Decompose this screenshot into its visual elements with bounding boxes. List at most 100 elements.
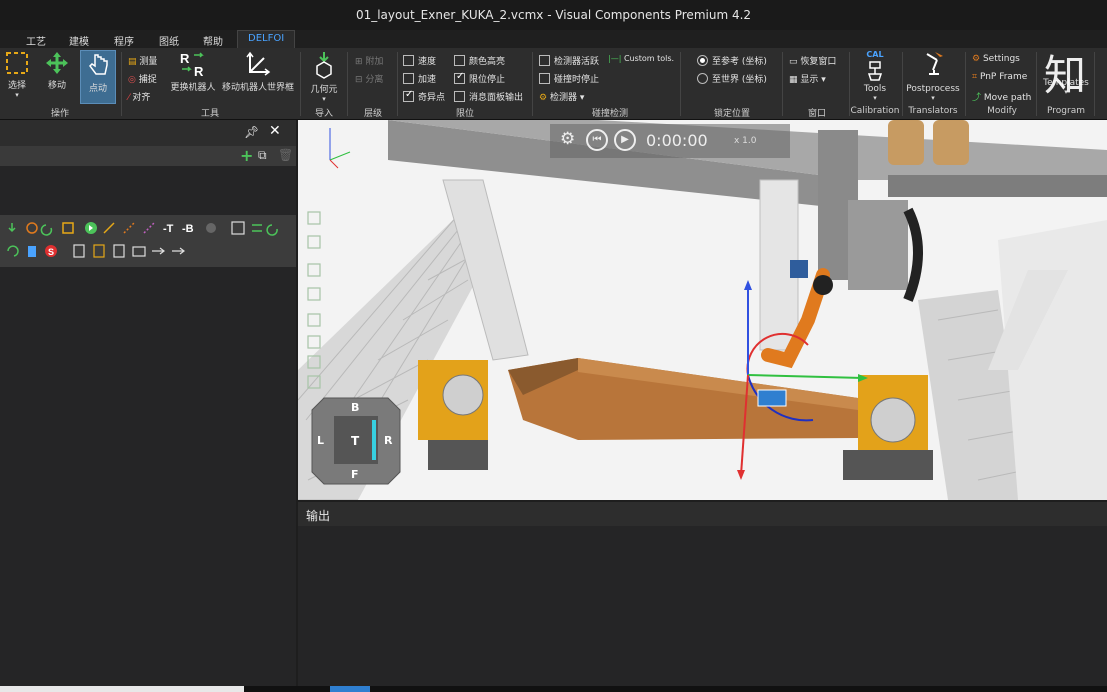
separator <box>902 52 903 116</box>
calibration-tools-button[interactable]: CAL Tools ▾ <box>855 50 895 102</box>
move-icon <box>46 52 68 74</box>
gear-icon[interactable]: ⚙ <box>560 129 575 149</box>
svg-text:-B: -B <box>182 223 194 235</box>
view-navigation-cube[interactable]: B L T R F <box>310 396 402 486</box>
detach-button[interactable]: ⊟ 分离 <box>355 72 383 85</box>
move-path-button[interactable]: ⤴ Move path <box>972 90 1031 103</box>
postprocess-button[interactable]: Postprocess ▾ <box>906 50 960 102</box>
attach-button[interactable]: ⊞ 附加 <box>355 54 383 67</box>
close-icon[interactable]: ✕ <box>269 123 281 139</box>
detector-active-checkbox[interactable]: 检测器活跃 <box>539 54 599 67</box>
group-tools-label: 工具 <box>200 109 219 119</box>
svg-text:-T: -T <box>163 223 174 235</box>
playback-bar: ⚙ ⏮ ▶ 0:00:00 x 1.0 <box>550 124 790 158</box>
attach-icon: ⊞ <box>355 57 363 67</box>
radio[interactable] <box>697 73 708 84</box>
limit-stop-checkbox[interactable]: 限位停止 <box>454 71 505 85</box>
copy-icon[interactable]: ⧉ <box>258 148 267 163</box>
radio[interactable] <box>697 55 708 66</box>
import-geometry-button[interactable]: 几何元 ▾ <box>306 50 342 103</box>
checkbox[interactable] <box>403 73 414 84</box>
taskbar-segment <box>330 686 370 692</box>
tab-help[interactable]: 帮助 <box>203 30 223 48</box>
lock-to-world-radio[interactable]: 至世界 (坐标) <box>697 72 767 85</box>
settings-button[interactable]: ⚙ Settings <box>972 54 1020 64</box>
ruler-icon: ▤ <box>128 57 137 67</box>
show-dropdown[interactable]: ▦ 显示 ▾ <box>789 72 826 85</box>
measure-button[interactable]: ▤ 测量 <box>128 54 157 67</box>
restore-window-icon: ▭ <box>789 57 798 67</box>
restore-window-button[interactable]: ▭ 恢复窗口 <box>789 54 836 67</box>
separator <box>121 52 122 116</box>
svg-text:R: R <box>194 64 204 78</box>
rewind-icon[interactable]: ⏮ <box>586 129 608 151</box>
message-panel-output-checkbox[interactable]: 消息面板输出 <box>454 90 523 103</box>
play-icon[interactable]: ▶ <box>614 129 636 151</box>
snap-button[interactable]: ◎ 捕捉 <box>128 72 157 85</box>
tab-drawing[interactable]: 图纸 <box>159 30 179 48</box>
ribbon-tabs: 工艺 建模 程序 图纸 帮助 DELFOI <box>0 30 1107 48</box>
checkbox[interactable] <box>539 73 550 84</box>
color-highlight-checkbox[interactable]: 颜色高亮 <box>454 54 505 67</box>
separator <box>347 52 348 116</box>
separator <box>1036 52 1037 116</box>
svg-text:R: R <box>180 51 190 66</box>
group-limits-label: 限位 <box>455 109 474 119</box>
swap-robot-button[interactable]: RR 更换机器人 <box>168 50 218 93</box>
ribbon: 选择 ▾ 移动 点动 操作 ▤ 测量 ◎ 捕捉 ⁄ 对齐 RR 更换机器人 移动机… <box>0 48 1107 120</box>
statement-icons[interactable]: -T -B S <box>7 221 278 258</box>
taskbar <box>0 686 1107 692</box>
add-icon[interactable]: + <box>240 146 253 165</box>
nav-cube-back[interactable]: B <box>351 401 359 414</box>
stop-on-collision-checkbox[interactable]: 碰撞时停止 <box>539 72 599 85</box>
pin-icon[interactable]: 📌︎ <box>244 125 259 139</box>
separator <box>532 52 533 116</box>
separator <box>965 52 966 116</box>
watermark: 知 <box>1044 51 1087 100</box>
gear-icon: ⚙ <box>539 93 548 103</box>
tab-delfoi[interactable]: DELFOI <box>237 30 296 48</box>
tab-program[interactable]: 程序 <box>114 30 134 48</box>
nav-cube-front[interactable]: F <box>351 468 359 481</box>
checkbox[interactable] <box>454 55 465 66</box>
pnp-frame-button[interactable]: ⌗ PnP Frame <box>972 72 1027 82</box>
speed-checkbox[interactable]: 速度 <box>403 54 436 67</box>
move-button[interactable]: 移动 <box>42 50 72 91</box>
left-panel-subtoolbar: + ⧉ 🗑︎ <box>0 146 296 166</box>
scene-render <box>298 120 1107 500</box>
separator <box>1094 52 1095 116</box>
separator <box>680 52 681 116</box>
delete-icon[interactable]: 🗑︎ <box>278 148 293 162</box>
left-panel: 📌︎ ✕ + ⧉ 🗑︎ -T -B S <box>0 120 296 692</box>
lock-to-reference-radio[interactable]: 至参考 (坐标) <box>697 54 767 67</box>
detach-icon: ⊟ <box>355 75 363 85</box>
tab-modeling[interactable]: 建模 <box>69 30 89 48</box>
group-calibration-label: Calibration <box>850 106 900 116</box>
custom-tols-button[interactable]: |—| Custom tols. <box>608 54 674 63</box>
snap-icon: ◎ <box>128 75 136 85</box>
calibration-tool-icon <box>867 61 883 81</box>
checkbox[interactable] <box>454 71 465 84</box>
nav-cube-top[interactable]: T <box>351 434 359 448</box>
singularity-checkbox[interactable]: 奇异点 <box>403 89 445 103</box>
group-operate-label: 操作 <box>50 109 69 119</box>
group-collision-label: 碰撞检测 <box>591 109 628 119</box>
accel-checkbox[interactable]: 加速 <box>403 72 436 85</box>
checkbox[interactable] <box>403 55 414 66</box>
speed-display[interactable]: x 1.0 <box>734 136 757 146</box>
align-button[interactable]: ⁄ 对齐 <box>128 90 150 103</box>
output-panel: 输出 <box>298 502 1107 692</box>
checkbox[interactable] <box>454 91 465 102</box>
select-button[interactable]: 选择 ▾ <box>2 50 32 99</box>
move-robot-world-frame-button[interactable]: 移动机器人世界框 <box>221 50 295 93</box>
world-frame-icon <box>246 51 271 76</box>
checkbox[interactable] <box>403 89 414 102</box>
3d-viewport[interactable]: ⚙ ⏮ ▶ 0:00:00 x 1.0 B L T R F <box>298 120 1107 500</box>
jog-button[interactable]: 点动 <box>80 50 116 104</box>
separator <box>782 52 783 116</box>
checkbox[interactable] <box>539 55 550 66</box>
nav-cube-left[interactable]: L <box>317 434 324 447</box>
nav-cube-right[interactable]: R <box>384 434 392 447</box>
tab-process[interactable]: 工艺 <box>26 30 46 48</box>
detector-dropdown[interactable]: ⚙ 检测器 ▾ <box>539 90 584 103</box>
